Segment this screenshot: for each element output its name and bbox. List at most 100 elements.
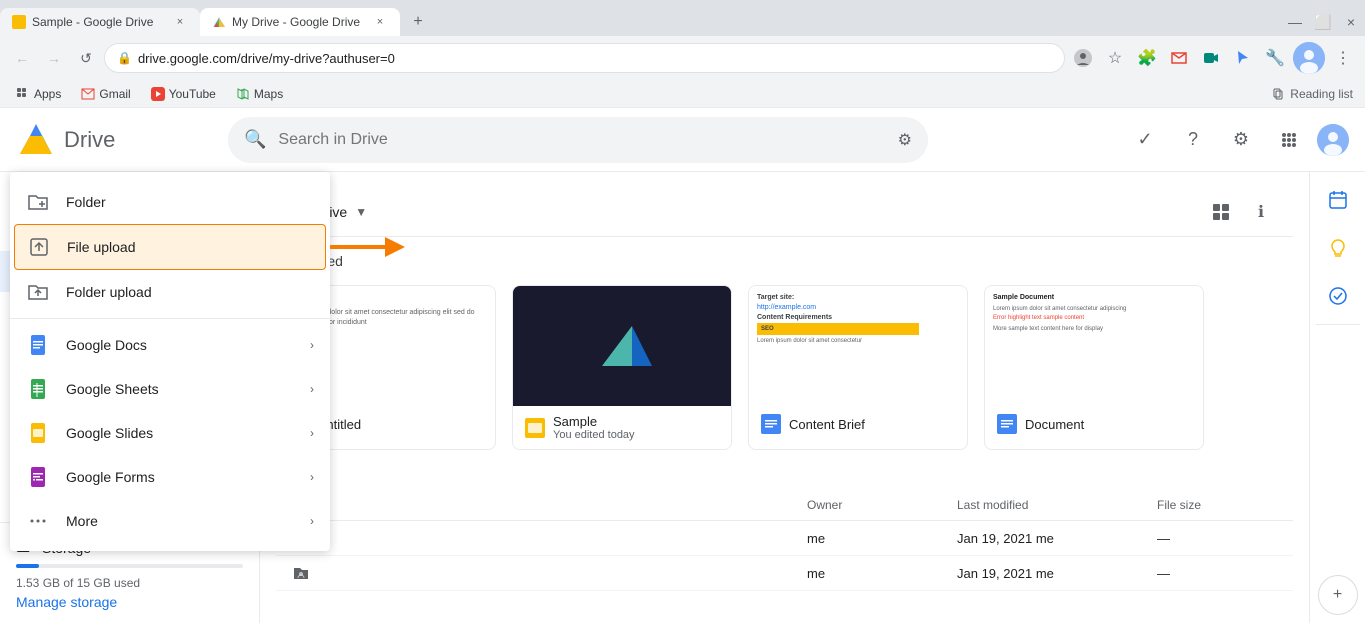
tab-title-inactive: Sample - Google Drive bbox=[32, 15, 168, 29]
file-upload-icon bbox=[27, 235, 51, 259]
drive-header: Drive 🔍 ⚙ ✓ ? ⚙ bbox=[0, 108, 1365, 172]
add-panel-button[interactable]: + bbox=[1318, 575, 1358, 615]
sheets-icon bbox=[26, 377, 50, 401]
menu-item-google-forms[interactable]: Google Forms › bbox=[10, 455, 330, 499]
bookmark-gmail[interactable]: Gmail bbox=[77, 85, 134, 103]
menu-item-google-docs[interactable]: Google Docs › bbox=[10, 323, 330, 367]
more-icon bbox=[26, 509, 50, 533]
doc-icon-3 bbox=[761, 414, 781, 434]
reading-list[interactable]: Reading list bbox=[1272, 87, 1353, 101]
file-info-3: Content Brief bbox=[749, 406, 967, 442]
nav-bar: ← → ↺ 🔒 drive.google.com/drive/my-drive?… bbox=[0, 36, 1365, 80]
tab-favicon-drive bbox=[212, 15, 226, 29]
star-button[interactable]: ☆ bbox=[1101, 44, 1129, 72]
file-grid: Document Lorem ipsum dolor sit amet cons… bbox=[276, 285, 1293, 450]
browser-minimize[interactable]: — bbox=[1281, 8, 1309, 36]
user-avatar-header[interactable] bbox=[1317, 124, 1349, 156]
dropdown-chevron[interactable]: ▼ bbox=[355, 205, 367, 219]
keep-panel-icon[interactable] bbox=[1318, 228, 1358, 268]
address-text: drive.google.com/drive/my-drive?authuser… bbox=[138, 51, 1052, 66]
list-row-1[interactable]: me Jan 19, 2021 me — bbox=[276, 521, 1293, 556]
calendar-panel-icon[interactable] bbox=[1318, 180, 1358, 220]
list-section: Name Owner Last modified File size me Ja… bbox=[276, 490, 1293, 591]
slides-icon bbox=[26, 421, 50, 445]
help-icon[interactable]: ? bbox=[1173, 120, 1213, 160]
back-button[interactable]: ← bbox=[8, 44, 36, 72]
new-tab-button[interactable]: + bbox=[404, 8, 432, 36]
folder-shared-icon-2 bbox=[292, 564, 310, 582]
docs-arrow-icon: › bbox=[310, 338, 314, 352]
col-owner: Owner bbox=[807, 498, 957, 512]
user-avatar[interactable] bbox=[1293, 42, 1325, 74]
tab-close-inactive[interactable]: × bbox=[172, 14, 188, 30]
menu-item-google-slides[interactable]: Google Slides › bbox=[10, 411, 330, 455]
google-apps-icon[interactable] bbox=[1269, 120, 1309, 160]
gmail-icon[interactable] bbox=[1165, 44, 1193, 72]
file-card-2[interactable]: Sample You edited today bbox=[512, 285, 732, 450]
file-name-2: Sample bbox=[553, 414, 635, 429]
filter-icon[interactable]: ⚙ bbox=[898, 130, 912, 150]
file-thumb-3: Target site: http://example.com Content … bbox=[749, 286, 967, 406]
menu-item-google-sheets[interactable]: Google Sheets › bbox=[10, 367, 330, 411]
tasks-panel-icon[interactable] bbox=[1318, 276, 1358, 316]
file-card-3[interactable]: Target site: http://example.com Content … bbox=[748, 285, 968, 450]
apps-icon bbox=[16, 87, 30, 101]
meet-icon[interactable] bbox=[1197, 44, 1225, 72]
browser-close[interactable]: × bbox=[1337, 8, 1365, 36]
menu-item-more[interactable]: More › bbox=[10, 499, 330, 543]
list-row-2[interactable]: me Jan 19, 2021 me — bbox=[276, 556, 1293, 591]
slides-arrow-icon: › bbox=[310, 426, 314, 440]
manage-storage-link[interactable]: Manage storage bbox=[16, 594, 243, 610]
file-card-4[interactable]: Sample Document Lorem ipsum dolor sit am… bbox=[984, 285, 1204, 450]
bookmark-gmail-label: Gmail bbox=[99, 87, 130, 101]
list-header: Name Owner Last modified File size bbox=[276, 490, 1293, 521]
slides-icon-2 bbox=[525, 418, 545, 438]
file-date-2: You edited today bbox=[553, 429, 635, 441]
toolbar-right: ℹ bbox=[1205, 196, 1277, 228]
address-bar[interactable]: 🔒 drive.google.com/drive/my-drive?authus… bbox=[104, 43, 1065, 73]
col-size: File size bbox=[1157, 498, 1277, 512]
menu-label-file-upload: File upload bbox=[67, 239, 313, 255]
lock-icon: 🔒 bbox=[117, 51, 132, 65]
bookmark-maps[interactable]: Maps bbox=[232, 85, 287, 103]
bookmark-apps[interactable]: Apps bbox=[12, 85, 65, 103]
youtube-icon bbox=[151, 87, 165, 101]
bookmark-youtube[interactable]: YouTube bbox=[147, 85, 220, 103]
right-panel: + bbox=[1309, 172, 1365, 623]
browser-maximize[interactable]: ⬜ bbox=[1309, 8, 1337, 36]
row1-owner: me bbox=[807, 531, 957, 546]
profile-icon[interactable] bbox=[1069, 44, 1097, 72]
tab-inactive[interactable]: Sample - Google Drive × bbox=[0, 8, 200, 36]
menu-label-google-forms: Google Forms bbox=[66, 469, 310, 485]
menu-item-folder-upload[interactable]: Folder upload bbox=[10, 270, 330, 314]
search-bar[interactable]: 🔍 ⚙ bbox=[228, 117, 928, 163]
grid-view-button[interactable] bbox=[1205, 196, 1237, 228]
file-thumb-2 bbox=[513, 286, 731, 406]
extension-button[interactable]: 🧩 bbox=[1133, 44, 1161, 72]
file-name-3: Content Brief bbox=[789, 417, 865, 432]
help-support-icon[interactable]: ✓ bbox=[1125, 120, 1165, 160]
search-input[interactable] bbox=[278, 131, 885, 149]
forward-button[interactable]: → bbox=[40, 44, 68, 72]
menu-label-google-docs: Google Docs bbox=[66, 337, 310, 353]
tab-active[interactable]: My Drive - Google Drive × bbox=[200, 8, 400, 36]
settings-icon[interactable]: ⚙ bbox=[1221, 120, 1261, 160]
menu-item-folder[interactable]: Folder bbox=[10, 180, 330, 224]
tab-bar: Sample - Google Drive × My Drive - Googl… bbox=[0, 0, 1365, 36]
drive-logo-text: Drive bbox=[64, 127, 115, 153]
col-name: Name bbox=[292, 498, 807, 512]
extensions-button[interactable]: 🔧 bbox=[1261, 44, 1289, 72]
bookmark-apps-label: Apps bbox=[34, 87, 61, 101]
row1-modified: Jan 19, 2021 me bbox=[957, 531, 1157, 546]
menu-item-file-upload[interactable]: File upload bbox=[14, 224, 326, 270]
reload-button[interactable]: ↺ bbox=[72, 44, 100, 72]
file-info-2: Sample You edited today bbox=[513, 406, 731, 449]
info-button[interactable]: ℹ bbox=[1245, 196, 1277, 228]
more-menu-button[interactable]: ⋮ bbox=[1329, 44, 1357, 72]
menu-label-folder: Folder bbox=[66, 194, 314, 210]
tab-close-active[interactable]: × bbox=[372, 14, 388, 30]
bookmark-maps-label: Maps bbox=[254, 87, 283, 101]
bookmarks-bar: Apps Gmail YouTube Maps Reading list bbox=[0, 80, 1365, 108]
cursor-icon[interactable] bbox=[1229, 44, 1257, 72]
content-toolbar: My Drive ▼ ℹ bbox=[276, 188, 1293, 237]
